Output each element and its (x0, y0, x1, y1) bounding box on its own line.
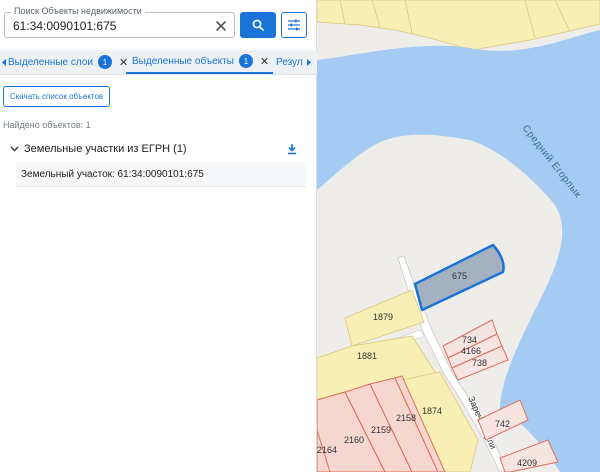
download-icon[interactable] (284, 141, 300, 157)
download-list-button[interactable]: Скачать список объектов (3, 86, 110, 107)
tab-label: Выделенные объекты (132, 55, 234, 67)
tab-selected-objects[interactable]: Выделенные объекты 1 ✕ (126, 50, 274, 74)
tabs-scroll-left[interactable] (0, 50, 8, 74)
parcel-number: 2158 (396, 413, 416, 423)
chevron-left-icon (2, 58, 6, 66)
parcel-number: 675 (452, 271, 467, 281)
clear-button[interactable] (211, 16, 231, 36)
result-group-header[interactable]: Земельные участки из ЕГРН (1) (10, 140, 305, 158)
close-icon[interactable]: ✕ (260, 55, 269, 68)
parcel-number: 738 (472, 358, 487, 368)
parcel-number: 734 (462, 335, 477, 345)
tab-label: Резул (276, 56, 303, 68)
tab-badge: 1 (98, 55, 112, 69)
filter-button[interactable] (281, 12, 307, 38)
search-label: Поиск Объекты недвижимости (11, 6, 145, 17)
parcel-number: 1879 (373, 312, 393, 322)
parcel-number: 742 (495, 419, 510, 429)
parcel-number: 2164 (317, 445, 337, 455)
chevron-right-icon (307, 58, 311, 66)
search-icon (252, 19, 264, 31)
parcel-number: 2160 (344, 435, 364, 445)
search-box[interactable]: Поиск Объекты недвижимости (4, 6, 235, 38)
tab-selected-layers[interactable]: Выделенные слои 1 ✕ (8, 50, 128, 74)
left-panel: Поиск Объекты недвижимости Выделенные сл… (0, 0, 317, 472)
result-item-label: Земельный участок: 61:34:0090101:675 (21, 168, 204, 180)
group-title: Земельные участки из ЕГРН (1) (24, 143, 187, 155)
search-button[interactable] (240, 12, 276, 38)
tabs-scroll-right[interactable] (305, 50, 313, 74)
parcel-number: 2159 (371, 425, 391, 435)
parcel-number: 4166 (461, 346, 481, 356)
search-input[interactable] (13, 18, 209, 34)
parcel-number: 4209 (517, 458, 537, 468)
tab-results[interactable]: Резул (276, 50, 303, 74)
close-icon (216, 21, 226, 31)
parcel-number: 1874 (422, 406, 442, 416)
tab-badge: 1 (238, 54, 253, 68)
tab-label: Выделенные слои (8, 56, 93, 68)
result-item[interactable]: Земельный участок: 61:34:0090101:675 (16, 162, 306, 187)
found-count: Найдено объектов: 1 (3, 120, 91, 130)
tab-bar: Выделенные слои 1 ✕ Выделенные объекты 1… (0, 50, 317, 75)
chevron-down-icon[interactable] (10, 146, 24, 152)
parcel-number: 1881 (357, 351, 377, 361)
tune-icon (288, 19, 300, 31)
